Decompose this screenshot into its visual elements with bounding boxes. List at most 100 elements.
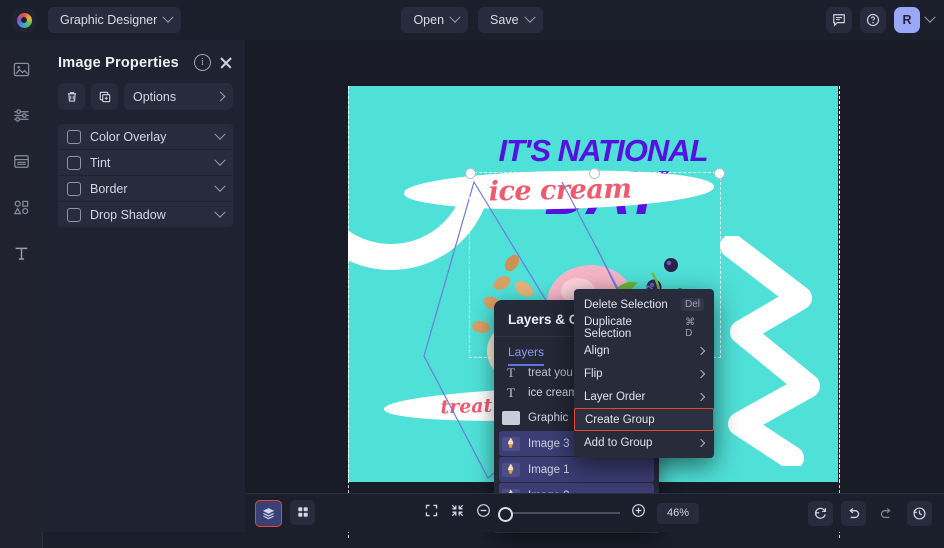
comment-icon[interactable] <box>826 7 852 33</box>
decorative-zigzag-shape <box>704 236 838 466</box>
info-circle-icon[interactable]: i <box>194 54 211 71</box>
top-bar: Graphic Designer Open Save R <box>0 0 944 41</box>
chevron-right-icon <box>216 92 226 102</box>
help-circle-icon[interactable] <box>860 7 886 33</box>
text-layer-icon: T <box>502 366 520 380</box>
open-label: Open <box>413 13 444 27</box>
effect-row-border[interactable]: Border <box>58 176 233 202</box>
effect-label: Color Overlay <box>90 130 166 144</box>
text-layer-icon: T <box>502 386 520 400</box>
tool-text[interactable] <box>8 240 34 266</box>
layer-label: treat you <box>528 367 573 379</box>
chevron-down-icon[interactable] <box>214 128 225 139</box>
effect-row-color-overlay[interactable]: Color Overlay <box>58 124 233 150</box>
layers-stack-icon[interactable] <box>255 500 282 527</box>
canvas-stage[interactable]: IT'S NATIONAL DAY <box>245 40 944 532</box>
zoom-out-circle-icon[interactable] <box>476 503 491 523</box>
save-label: Save <box>490 13 519 27</box>
document-name-label: Graphic Designer <box>60 13 157 27</box>
chevron-right-icon <box>697 346 705 354</box>
effect-row-tint[interactable]: Tint <box>58 150 233 176</box>
avatar-initial: R <box>902 13 911 27</box>
chevron-right-icon <box>697 438 705 446</box>
menu-item-label: Delete Selection <box>584 299 668 311</box>
shrink-icon[interactable] <box>450 503 465 523</box>
tool-layout[interactable] <box>8 148 34 174</box>
menu-item-create-group[interactable]: Create Group <box>574 408 714 431</box>
list-item[interactable]: 🍦 Image 1 <box>499 457 654 482</box>
file-actions: Open Save <box>402 7 542 33</box>
page-title: Image Properties <box>58 55 186 71</box>
options-label: Options <box>133 90 176 104</box>
menu-item-align[interactable]: Align <box>574 339 714 362</box>
checkbox-drop-shadow[interactable] <box>67 208 81 222</box>
bottom-left-tools <box>245 500 315 527</box>
tool-shapes[interactable] <box>8 194 34 220</box>
undo-arrow-icon[interactable] <box>841 501 866 526</box>
open-button[interactable]: Open <box>401 7 468 33</box>
options-button[interactable]: Options <box>124 83 233 110</box>
save-button[interactable]: Save <box>478 7 543 33</box>
chevron-down-icon <box>449 12 460 23</box>
selection-handle-top-center[interactable] <box>589 168 600 179</box>
menu-item-label: Flip <box>584 368 603 380</box>
image-properties-panel: Image Properties i Options Color Overlay <box>42 40 246 532</box>
selection-handle-top-left[interactable] <box>465 168 476 179</box>
document-name-dropdown[interactable]: Graphic Designer <box>48 7 181 33</box>
zoom-slider-handle[interactable] <box>498 507 513 522</box>
menu-item-add-to-group[interactable]: Add to Group <box>574 431 714 454</box>
zoom-in-circle-icon[interactable] <box>631 503 646 523</box>
chevron-down-icon[interactable] <box>214 206 225 217</box>
tool-adjustments[interactable] <box>8 102 34 128</box>
menu-item-layer-order[interactable]: Layer Order <box>574 385 714 408</box>
effects-list: Color Overlay Tint Border Drop Shadow <box>42 124 245 227</box>
effect-row-drop-shadow[interactable]: Drop Shadow <box>58 202 233 227</box>
layer-label: ice cream <box>528 387 578 399</box>
effect-label: Border <box>90 182 128 196</box>
effect-label: Tint <box>90 156 110 170</box>
history-clock-icon[interactable] <box>907 501 932 526</box>
fit-to-screen-icon[interactable] <box>424 503 439 523</box>
tab-layers[interactable]: Layers <box>508 337 544 366</box>
zoom-slider[interactable] <box>502 512 620 514</box>
duplicate-icon[interactable] <box>91 83 118 110</box>
menu-item-label: Add to Group <box>584 437 652 449</box>
layer-label: Image 1 <box>528 464 570 476</box>
menu-item-label: Create Group <box>585 414 655 426</box>
tool-image[interactable] <box>8 56 34 82</box>
chevron-down-icon[interactable] <box>924 12 935 23</box>
context-menu: Delete Selection Del Duplicate Selection… <box>574 289 714 458</box>
menu-item-flip[interactable]: Flip <box>574 362 714 385</box>
checkbox-tint[interactable] <box>67 156 81 170</box>
menu-item-label: Duplicate Selection <box>584 316 677 340</box>
checkbox-color-overlay[interactable] <box>67 130 81 144</box>
effect-label: Drop Shadow <box>90 208 166 222</box>
menu-item-label: Align <box>584 345 610 357</box>
avatar[interactable]: R <box>894 7 920 33</box>
history-controls <box>808 501 944 526</box>
redo-arrow-icon[interactable] <box>874 501 899 526</box>
selection-handle-top-right[interactable] <box>714 168 725 179</box>
chevron-down-icon[interactable] <box>214 180 225 191</box>
graphic-layer-icon <box>502 411 520 425</box>
chevron-down-icon[interactable] <box>214 154 225 165</box>
top-bar-right: R <box>826 0 934 40</box>
close-x-icon[interactable] <box>219 56 233 70</box>
chevron-down-icon <box>163 12 174 23</box>
zoom-level-value[interactable]: 46% <box>657 503 699 524</box>
reset-rotate-icon[interactable] <box>808 501 833 526</box>
trash-icon[interactable] <box>58 83 85 110</box>
zoom-controls: 46% <box>424 503 699 524</box>
menu-item-duplicate-selection[interactable]: Duplicate Selection ⌘ D <box>574 316 714 339</box>
grid-four-squares-icon[interactable] <box>290 500 315 525</box>
properties-header: Image Properties i <box>42 40 245 71</box>
layer-label: Graphic <box>528 412 568 424</box>
checkbox-border[interactable] <box>67 182 81 196</box>
menu-item-label: Layer Order <box>584 391 645 403</box>
properties-actions: Options <box>42 71 245 110</box>
layer-label: Image 3 <box>528 438 570 450</box>
menu-item-shortcut: Del <box>681 298 704 311</box>
brand-color-wheel-icon[interactable] <box>12 8 36 32</box>
menu-item-delete-selection[interactable]: Delete Selection Del <box>574 293 714 316</box>
cone-image-icon: 🍦 <box>502 437 520 451</box>
